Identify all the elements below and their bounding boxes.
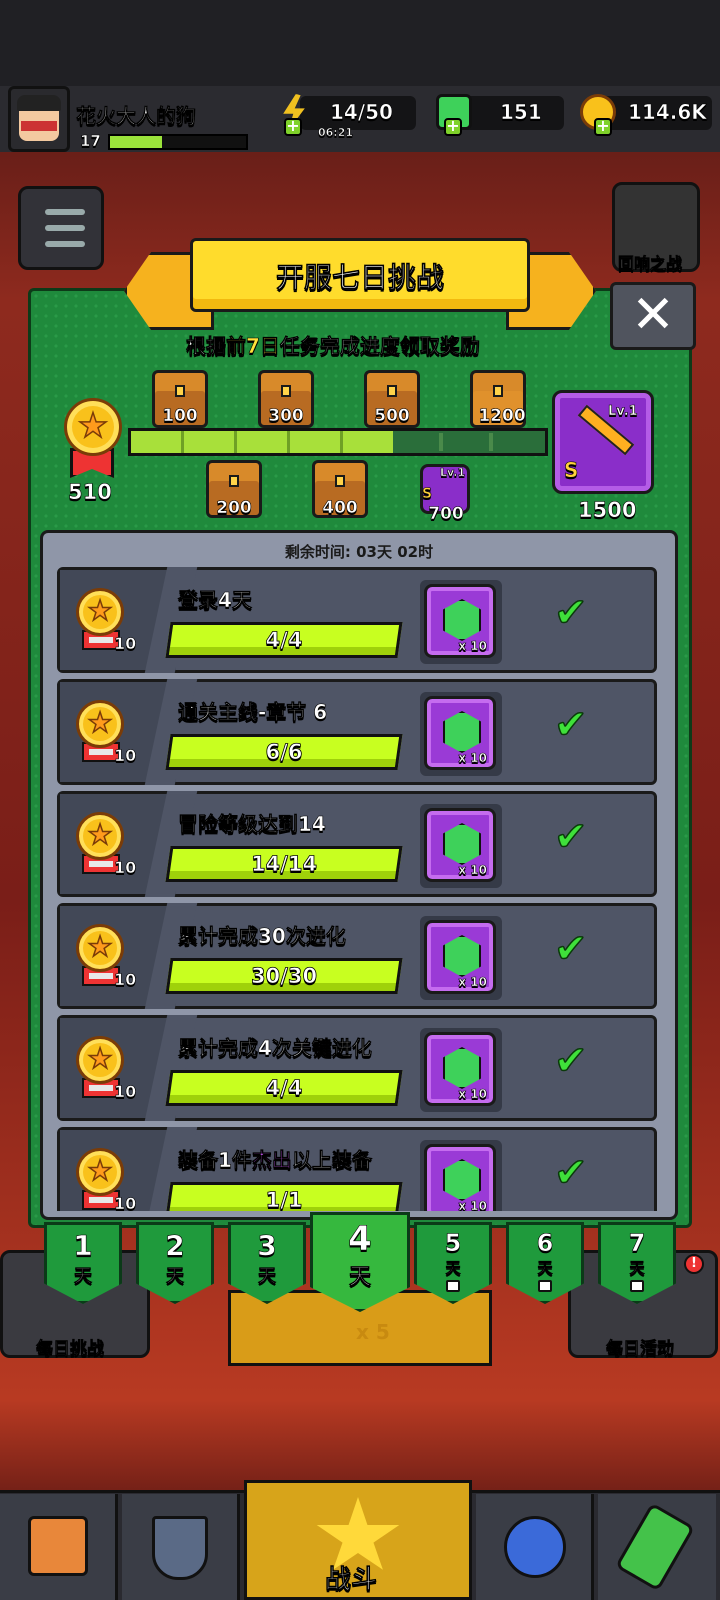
xp-bar	[108, 134, 248, 150]
task-points: 10	[114, 1082, 137, 1102]
task-row: ★ 10 累计完成4次关键进化 4/4 x 10 ✔	[57, 1015, 657, 1121]
score-medal-icon: ★	[64, 398, 122, 456]
gold-value: 114.6K	[628, 100, 707, 125]
shop-icon	[28, 1516, 88, 1576]
task-title: 登录4天	[178, 588, 253, 613]
menu-button[interactable]	[18, 186, 104, 270]
milestone-200: 200	[216, 498, 252, 519]
skill-orb-icon	[504, 1516, 566, 1578]
lock-icon	[630, 1280, 644, 1292]
task-points: 10	[114, 634, 137, 654]
nav-equipment[interactable]	[122, 1494, 240, 1600]
task-points: 10	[114, 858, 137, 878]
modal-title: 开服七日挑战	[275, 261, 445, 295]
milestone-100: 100	[162, 406, 198, 427]
task-points: 10	[114, 1194, 137, 1211]
task-progress-bar: 6/6	[165, 734, 403, 770]
task-progress-bar: 4/4	[165, 622, 403, 658]
big-reward-points: 1500	[578, 498, 637, 523]
points-medal-icon: ★	[76, 588, 124, 636]
points-medal-icon: ★	[76, 812, 124, 860]
task-list[interactable]: ★ 10 登录4天 4/4 x 10 ✔ ★ 10 通关主线-章节 6 6/6 …	[57, 567, 669, 1211]
task-progress-bar: 4/4	[165, 1070, 403, 1106]
lock-icon	[538, 1280, 552, 1292]
task-progress-bar: 30/30	[165, 958, 403, 994]
milestone-400: 400	[322, 498, 358, 519]
daily-activity-label: 每日活动	[606, 1339, 675, 1360]
points-medal-icon: ★	[76, 924, 124, 972]
big-reward-level: Lv.1	[608, 404, 638, 420]
progress-track	[128, 428, 548, 456]
add-gems-button[interactable]: +	[444, 118, 462, 136]
energy-cost-label: x 5	[356, 1320, 390, 1344]
task-progress-bar: 1/1	[165, 1182, 403, 1211]
energy-timer: 06:21	[318, 126, 354, 140]
close-button[interactable]: ✕	[610, 282, 696, 350]
player-level: 17	[80, 132, 101, 151]
task-title: 冒险等级达到14	[178, 812, 326, 837]
lock-icon	[446, 1280, 460, 1292]
notification-badge-icon: !	[684, 1254, 704, 1274]
completed-check-icon: ✔	[553, 814, 588, 860]
subtitle: 根据前7日任务完成进度领取奖励	[186, 334, 481, 359]
add-gold-button[interactable]: +	[594, 118, 612, 136]
avatar[interactable]	[8, 86, 70, 152]
small-reward-rank: S	[422, 486, 433, 503]
gem-reward-icon[interactable]: x 10	[424, 1144, 496, 1211]
potion-icon	[614, 1502, 696, 1592]
task-row: ★ 10 累计完成30次进化 30/30 x 10 ✔	[57, 903, 657, 1009]
remaining-time: 剩余时间: 03天 02时	[284, 543, 434, 561]
gem-reward-icon[interactable]: x 10	[424, 808, 496, 882]
completed-check-icon: ✔	[553, 926, 588, 972]
task-title: 累计完成4次关键进化	[178, 1036, 373, 1061]
milestone-300: 300	[268, 406, 304, 427]
nav-battle[interactable]: 战斗	[244, 1480, 472, 1600]
avatar-mask	[21, 121, 57, 131]
daily-challenge-label: 每日挑战	[36, 1339, 105, 1360]
big-reward-rank: S	[564, 458, 579, 483]
task-list-panel: 剩余时间: 03天 02时 ★ 10 登录4天 4/4 x 10 ✔ ★ 10 …	[40, 530, 678, 1220]
gem-reward-icon[interactable]: x 10	[424, 1032, 496, 1106]
nav-skills[interactable]	[476, 1494, 594, 1600]
points-medal-icon: ★	[76, 1148, 124, 1196]
task-title: 装备1件杰出以上装备	[178, 1148, 373, 1173]
milestone-1200: 1200	[478, 406, 526, 427]
battle-label: 战斗	[325, 1565, 378, 1596]
task-points: 10	[114, 970, 137, 990]
completed-check-icon: ✔	[553, 590, 588, 636]
milestone-500: 500	[374, 406, 410, 427]
gem-value: 151	[500, 100, 542, 125]
points-medal-icon: ★	[76, 700, 124, 748]
completed-check-icon: ✔	[553, 1038, 588, 1084]
task-row: ★ 10 冒险等级达到14 14/14 x 10 ✔	[57, 791, 657, 897]
gem-reward-icon[interactable]: x 10	[424, 920, 496, 994]
small-reward-level: Lv.1	[440, 466, 466, 480]
score-value: 510	[68, 480, 112, 505]
echo-battle-label: 回响之战	[618, 254, 683, 274]
avatar-hair	[17, 95, 61, 111]
task-progress-bar: 14/14	[165, 846, 403, 882]
task-row: ★ 10 装备1件杰出以上装备 1/1 x 10 ✔	[57, 1127, 657, 1211]
player-name: 花火大人的狗	[76, 104, 197, 129]
task-row: ★ 10 登录4天 4/4 x 10 ✔	[57, 567, 657, 673]
gem-reward-icon[interactable]: x 10	[424, 696, 496, 770]
task-title: 通关主线-章节 6	[178, 700, 328, 725]
nav-shop[interactable]	[0, 1494, 118, 1600]
add-energy-button[interactable]: +	[284, 118, 302, 136]
energy-value: 14/50	[330, 100, 394, 125]
completed-check-icon: ✔	[553, 1150, 588, 1196]
task-row: ★ 10 通关主线-章节 6 6/6 x 10 ✔	[57, 679, 657, 785]
task-points: 10	[114, 746, 137, 766]
milestone-700: 700	[428, 504, 464, 525]
nav-evolution[interactable]	[598, 1494, 716, 1600]
task-title: 累计完成30次进化	[178, 924, 346, 949]
armor-icon	[152, 1516, 208, 1580]
completed-check-icon: ✔	[553, 702, 588, 748]
points-medal-icon: ★	[76, 1036, 124, 1084]
gem-reward-icon[interactable]: x 10	[424, 584, 496, 658]
